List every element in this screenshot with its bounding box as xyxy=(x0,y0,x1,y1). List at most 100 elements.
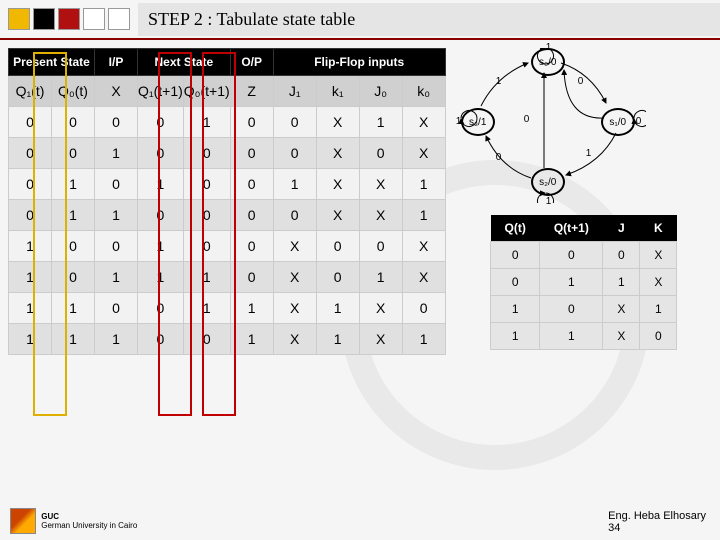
cell: X xyxy=(402,138,445,169)
col-header: X xyxy=(95,76,138,107)
cell: X xyxy=(402,231,445,262)
cell: 0 xyxy=(183,138,230,169)
cell: 0 xyxy=(230,169,273,200)
jk-cell: 1 xyxy=(491,323,540,350)
jk-cell: 1 xyxy=(603,269,640,296)
edge-label: 0 xyxy=(496,152,502,163)
cell: X xyxy=(359,200,402,231)
cell: X xyxy=(402,262,445,293)
state-node-s3: s₃/1 xyxy=(461,108,495,136)
edge-label: 1 xyxy=(586,148,592,159)
jk-row: 11X0 xyxy=(491,323,677,350)
table-row: 111001X1X1 xyxy=(9,324,446,355)
cell: 0 xyxy=(183,324,230,355)
jk-cell: X xyxy=(603,296,640,323)
jk-cell: 0 xyxy=(540,242,603,269)
cell: 0 xyxy=(183,200,230,231)
state-diagram: s₀/0s₁/0s₂/0s₃/1100110110 xyxy=(456,48,646,203)
brand-square xyxy=(58,8,80,30)
cell: 1 xyxy=(9,231,52,262)
cell: 1 xyxy=(138,262,184,293)
cell: 1 xyxy=(273,169,316,200)
jk-row: 000X xyxy=(491,242,677,269)
jk-header: K xyxy=(640,215,677,242)
cell: 1 xyxy=(95,138,138,169)
jk-row: 011X xyxy=(491,269,677,296)
jk-cell: 0 xyxy=(540,296,603,323)
col-header: k₀ xyxy=(402,76,445,107)
cell: 1 xyxy=(183,293,230,324)
cell: 0 xyxy=(230,231,273,262)
cell: X xyxy=(273,324,316,355)
cell: 0 xyxy=(9,107,52,138)
edge-label: 0 xyxy=(636,116,642,127)
cell: 1 xyxy=(402,200,445,231)
cell: 1 xyxy=(316,293,359,324)
cell: 1 xyxy=(183,107,230,138)
cell: 1 xyxy=(95,262,138,293)
jk-header: Q(t) xyxy=(491,215,540,242)
cell: 1 xyxy=(402,169,445,200)
cell: 0 xyxy=(52,231,95,262)
cell: 1 xyxy=(316,324,359,355)
cell: X xyxy=(273,293,316,324)
cell: 1 xyxy=(402,324,445,355)
guc-logo-icon xyxy=(10,508,36,534)
jk-cell: 1 xyxy=(491,296,540,323)
cell: 0 xyxy=(52,138,95,169)
edge-label: 0 xyxy=(578,76,584,87)
cell: 1 xyxy=(138,231,184,262)
jk-cell: X xyxy=(640,269,677,296)
col-header: k₁ xyxy=(316,76,359,107)
cell: X xyxy=(273,231,316,262)
guc-name: GUC xyxy=(41,512,59,521)
jk-cell: 1 xyxy=(640,296,677,323)
edge-label: 1 xyxy=(546,196,552,207)
col-group: Next State xyxy=(138,49,231,76)
jk-excitation-table: Q(t)Q(t+1)JK 000X011X10X111X0 xyxy=(490,215,677,350)
jk-cell: 0 xyxy=(491,242,540,269)
edge-label: 1 xyxy=(456,116,462,127)
cell: X xyxy=(316,107,359,138)
cell: 0 xyxy=(230,200,273,231)
cell: 0 xyxy=(9,138,52,169)
page-number: 34 xyxy=(608,522,620,534)
cell: 0 xyxy=(183,169,230,200)
cell: 1 xyxy=(52,200,95,231)
cell: 1 xyxy=(138,169,184,200)
cell: X xyxy=(359,169,402,200)
col-header: Z xyxy=(230,76,273,107)
cell: 0 xyxy=(230,138,273,169)
cell: 0 xyxy=(138,138,184,169)
jk-cell: 0 xyxy=(640,323,677,350)
cell: X xyxy=(359,293,402,324)
jk-header: J xyxy=(603,215,640,242)
state-table-wrap: Present StateI/PNext StateO/PFlip-Flop i… xyxy=(8,48,446,355)
cell: 0 xyxy=(138,324,184,355)
guc-subtitle: German University in Cairo xyxy=(41,521,137,530)
col-header: J₀ xyxy=(359,76,402,107)
brand-square xyxy=(33,8,55,30)
jk-cell: 1 xyxy=(540,323,603,350)
cell: 0 xyxy=(402,293,445,324)
col-group: I/P xyxy=(95,49,138,76)
col-group: Flip-Flop inputs xyxy=(273,49,445,76)
cell: 0 xyxy=(95,293,138,324)
cell: X xyxy=(316,169,359,200)
cell: 0 xyxy=(138,200,184,231)
state-table: Present StateI/PNext StateO/PFlip-Flop i… xyxy=(8,48,446,355)
cell: 1 xyxy=(359,107,402,138)
cell: 0 xyxy=(273,138,316,169)
jk-cell: 0 xyxy=(491,269,540,296)
edge-label: 0 xyxy=(524,114,530,125)
cell: 1 xyxy=(52,169,95,200)
jk-cell: X xyxy=(640,242,677,269)
cell: 1 xyxy=(52,324,95,355)
cell: 0 xyxy=(316,231,359,262)
cell: 0 xyxy=(9,169,52,200)
brand-square xyxy=(83,8,105,30)
author-name: Eng. Heba Elhosary xyxy=(608,510,706,522)
jk-row: 10X1 xyxy=(491,296,677,323)
cell: X xyxy=(273,262,316,293)
table-row: 0101001XX1 xyxy=(9,169,446,200)
